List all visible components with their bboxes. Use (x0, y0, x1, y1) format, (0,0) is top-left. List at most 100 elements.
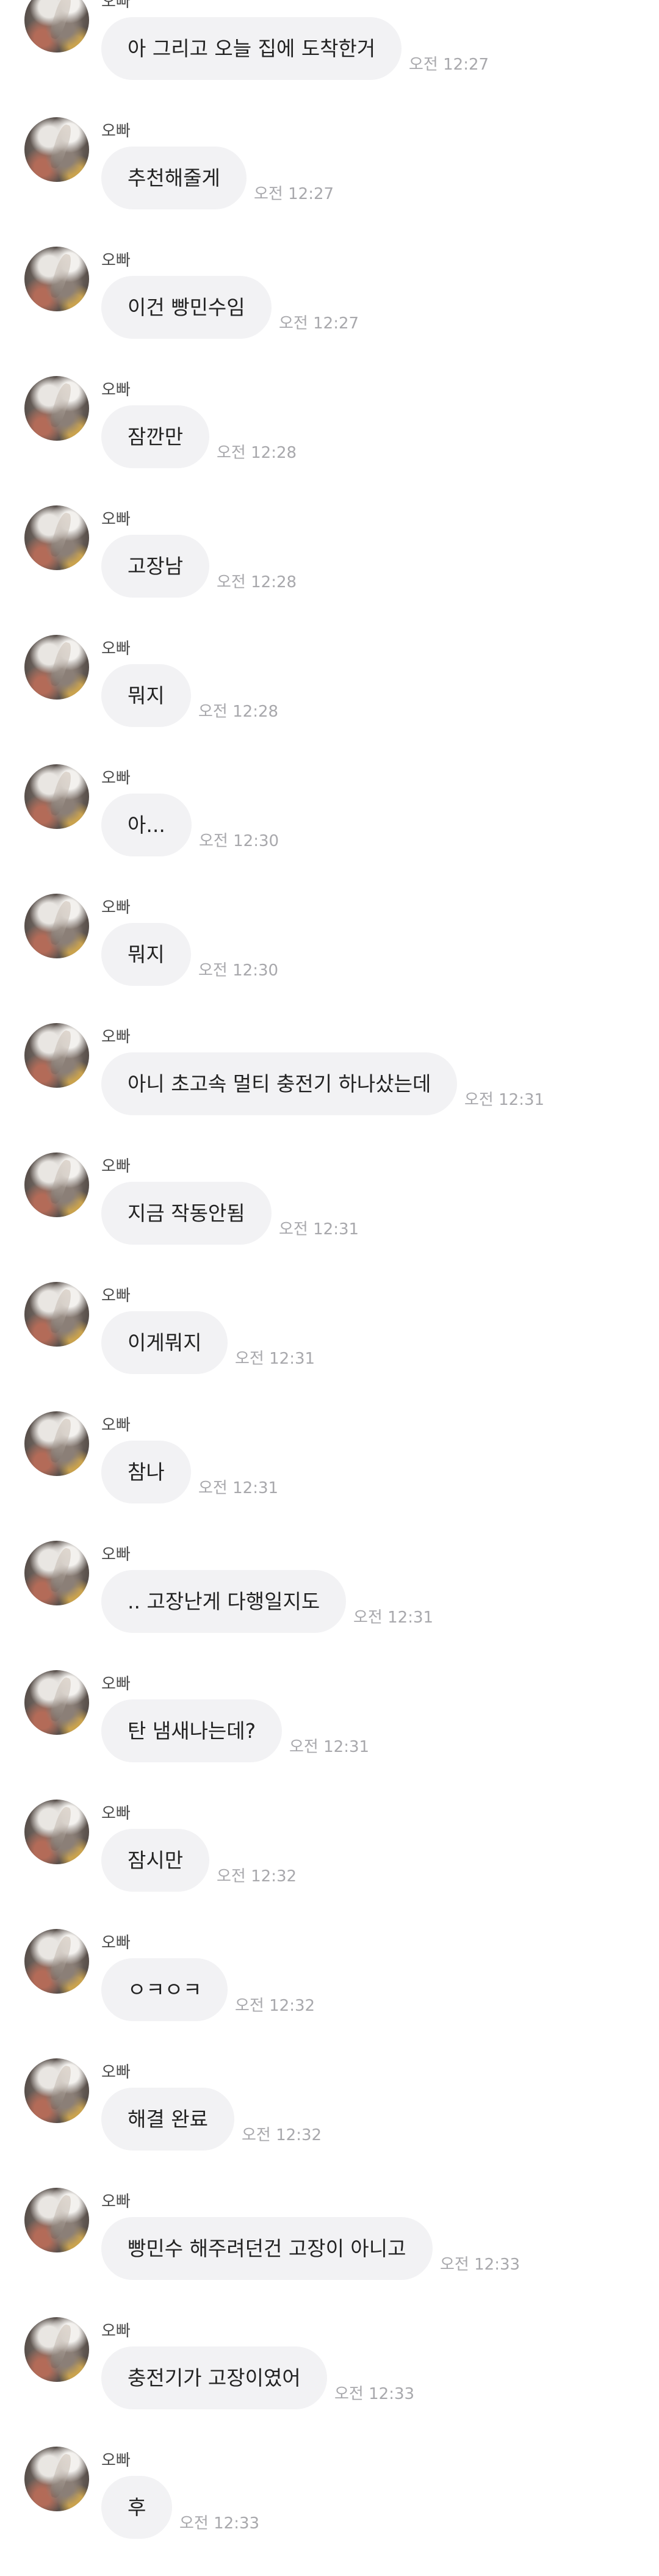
message-time: 오전 12:32 (217, 1867, 297, 1886)
message-bubble[interactable]: 잠시만 (101, 1829, 210, 1892)
sender-avatar[interactable] (24, 894, 89, 958)
chat-message: 오빠 해결 완료 오전 12:32 (0, 2058, 659, 2188)
sender-name: 오빠 (101, 122, 131, 140)
message-time: 오전 12:28 (217, 444, 297, 462)
message-bubble[interactable]: 추천해줄게 (101, 147, 247, 209)
message-bubble[interactable]: 뭐지 (101, 664, 191, 727)
message-time: 오전 12:30 (198, 961, 279, 980)
sender-avatar[interactable] (24, 376, 89, 441)
message-bubble[interactable]: 잠깐만 (101, 405, 210, 468)
sender-avatar[interactable] (24, 2058, 89, 2123)
sender-name: 오빠 (101, 510, 131, 529)
message-time: 오전 12:31 (279, 1220, 359, 1239)
sender-avatar[interactable] (24, 247, 89, 311)
sender-avatar[interactable] (24, 1929, 89, 1994)
message-bubble[interactable]: 이게뭐지 (101, 1311, 228, 1374)
chat-message: 오빠 고장남 오전 12:28 (0, 505, 659, 635)
sender-name: 오빠 (101, 1804, 131, 1823)
sender-name: 오빠 (101, 1157, 131, 1176)
sender-name: 오빠 (101, 640, 131, 658)
message-time: 오전 12:31 (464, 1091, 545, 1109)
chat-message: 오빠 ㅇㅋㅇㅋ 오전 12:32 (0, 1929, 659, 2058)
message-time: 오전 12:33 (334, 2385, 415, 2403)
message-time: 오전 12:27 (254, 185, 334, 203)
chat-message: 오빠 .. 고장난게 다행일지도 오전 12:31 (0, 1541, 659, 1670)
chat-message: 오빠 뭐지 오전 12:30 (0, 894, 659, 1023)
message-bubble[interactable]: 해결 완료 (101, 2088, 234, 2151)
chat-message: 오빠 잠시만 오전 12:32 (0, 1800, 659, 1929)
chat-message: 오빠 이건 빵민수임 오전 12:27 (0, 247, 659, 376)
message-bubble[interactable]: .. 고장난게 다행일지도 (101, 1570, 347, 1633)
message-time: 오전 12:31 (235, 1350, 315, 1368)
message-time: 오전 12:27 (279, 314, 359, 333)
sender-name: 오빠 (101, 1416, 131, 1435)
chat-message: 오빠 후 오전 12:33 (0, 2447, 659, 2576)
message-bubble[interactable]: 이건 빵민수임 (101, 276, 272, 339)
sender-avatar[interactable] (24, 1541, 89, 1605)
chat-message: 오빠 뭐지 오전 12:28 (0, 635, 659, 764)
chat-message: 오빠 아니 초고속 멀티 충전기 하나샀는데 오전 12:31 (0, 1023, 659, 1152)
message-time: 오전 12:28 (217, 573, 297, 592)
sender-name: 오빠 (101, 251, 131, 270)
message-time: 오전 12:31 (289, 1738, 370, 1756)
sender-name: 오빠 (101, 2193, 131, 2211)
chat-message: 오빠 잠깐만 오전 12:28 (0, 376, 659, 505)
chat-message: 오빠 추천해줄게 오전 12:27 (0, 117, 659, 247)
chat-message: 오빠 아 그리고 오늘 집에 도착한거 오전 12:27 (0, 0, 659, 117)
message-bubble[interactable]: 아 그리고 오늘 집에 도착한거 (101, 17, 402, 80)
sender-name: 오빠 (101, 1287, 131, 1305)
message-time: 오전 12:31 (198, 1479, 279, 1497)
message-time: 오전 12:32 (242, 2126, 322, 2144)
sender-name: 오빠 (101, 2451, 131, 2470)
sender-name: 오빠 (101, 899, 131, 917)
sender-avatar[interactable] (24, 1800, 89, 1864)
message-time: 오전 12:30 (199, 832, 279, 850)
message-time: 오전 12:33 (179, 2514, 260, 2533)
chat-message-list[interactable]: 오빠 아 그리고 오늘 집에 도착한거 오전 12:27 오빠 추천해줄게 오전… (0, 0, 659, 2562)
sender-avatar[interactable] (24, 1152, 89, 1217)
message-bubble[interactable]: 고장남 (101, 535, 210, 598)
sender-avatar[interactable] (24, 2317, 89, 2382)
message-bubble[interactable]: 지금 작동안됨 (101, 1182, 272, 1245)
chat-message: 오빠 탄 냄새나는데? 오전 12:31 (0, 1670, 659, 1800)
message-bubble[interactable]: 뭐지 (101, 923, 191, 986)
sender-name: 오빠 (101, 2322, 131, 2340)
message-time: 오전 12:28 (198, 703, 279, 721)
message-bubble[interactable]: 충전기가 고장이였어 (101, 2346, 327, 2409)
chat-message: 오빠 지금 작동안됨 오전 12:31 (0, 1152, 659, 1282)
sender-name: 오빠 (101, 1546, 131, 1564)
sender-name: 오빠 (101, 2063, 131, 2082)
message-bubble[interactable]: 빵민수 해주려던건 고장이 아니고 (101, 2217, 433, 2280)
sender-avatar[interactable] (24, 0, 89, 52)
message-time: 오전 12:32 (235, 1997, 315, 2015)
chat-message: 오빠 빵민수 해주려던건 고장이 아니고 오전 12:33 (0, 2188, 659, 2317)
chat-message: 오빠 충전기가 고장이였어 오전 12:33 (0, 2317, 659, 2447)
sender-avatar[interactable] (24, 2188, 89, 2252)
sender-avatar[interactable] (24, 1023, 89, 1088)
chat-message: 오빠 참나 오전 12:31 (0, 1411, 659, 1541)
chat-message: 오빠 아... 오전 12:30 (0, 764, 659, 894)
message-bubble[interactable]: 참나 (101, 1441, 191, 1503)
chat-message: 오빠 이게뭐지 오전 12:31 (0, 1282, 659, 1411)
sender-name: 오빠 (101, 1675, 131, 1693)
sender-avatar[interactable] (24, 635, 89, 700)
sender-name: 오빠 (101, 769, 131, 787)
sender-avatar[interactable] (24, 2447, 89, 2511)
message-bubble[interactable]: ㅇㅋㅇㅋ (101, 1958, 228, 2021)
sender-name: 오빠 (101, 1934, 131, 1952)
sender-avatar[interactable] (24, 117, 89, 182)
sender-avatar[interactable] (24, 764, 89, 829)
message-time: 오전 12:27 (409, 56, 489, 74)
message-bubble[interactable]: 아... (101, 794, 192, 856)
sender-name: 오빠 (101, 381, 131, 399)
message-bubble[interactable]: 탄 냄새나는데? (101, 1699, 283, 1762)
sender-avatar[interactable] (24, 505, 89, 570)
message-bubble[interactable]: 아니 초고속 멀티 충전기 하나샀는데 (101, 1052, 458, 1115)
message-time: 오전 12:31 (353, 1608, 434, 1627)
sender-avatar[interactable] (24, 1411, 89, 1476)
message-bubble[interactable]: 후 (101, 2476, 173, 2539)
sender-avatar[interactable] (24, 1670, 89, 1735)
sender-name: 오빠 (101, 0, 131, 11)
sender-avatar[interactable] (24, 1282, 89, 1347)
sender-name: 오빠 (101, 1028, 131, 1046)
